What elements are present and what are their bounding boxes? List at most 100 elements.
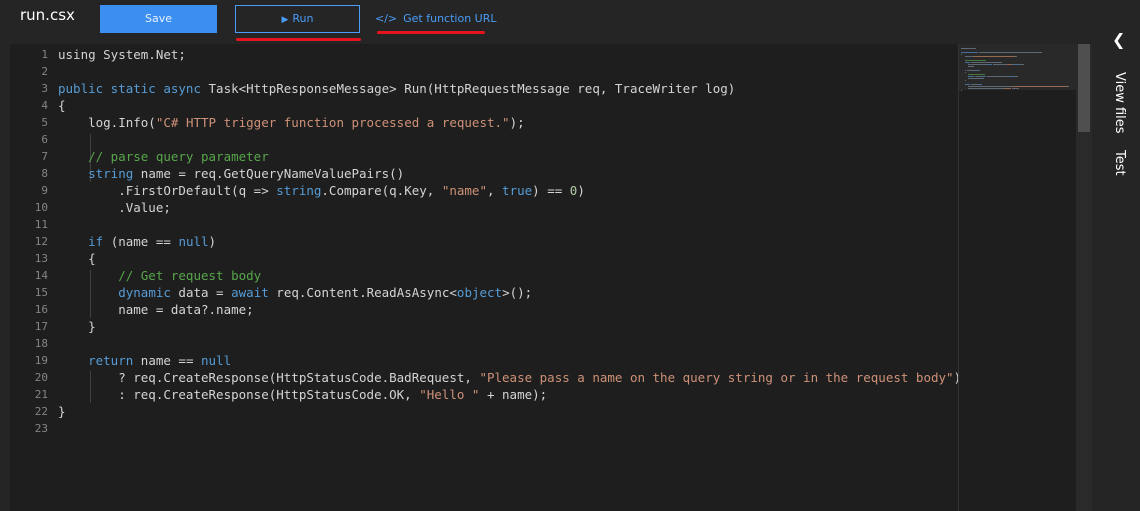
code-line[interactable]: 21 : req.CreateResponse(HttpStatusCode.O…: [10, 386, 958, 403]
line-number: 7: [41, 150, 48, 163]
minimap-line: [968, 86, 1012, 87]
minimap-line: [968, 88, 1005, 89]
run-button[interactable]: ▶ Run: [235, 5, 360, 33]
tab-test[interactable]: Test: [1112, 150, 1127, 176]
editor-toolbar: run.csx Save ▶ Run </> Get function URL: [0, 0, 1092, 44]
code-line[interactable]: 8 string name = req.GetQueryNameValuePai…: [10, 165, 958, 182]
line-number: 13: [34, 252, 48, 265]
line-number: 2: [41, 65, 48, 78]
minimap-line: [964, 60, 987, 61]
minimap-line: [964, 80, 966, 81]
code-line[interactable]: 19 return name == null: [10, 352, 958, 369]
code-line[interactable]: 5 log.Info("C# HTTP trigger function pro…: [10, 114, 958, 131]
minimap-line: [968, 74, 986, 75]
run-highlight-underline: [236, 38, 361, 41]
line-number: 12: [34, 235, 48, 248]
tab-view-files[interactable]: View files: [1112, 72, 1127, 134]
minimap-line: [968, 66, 975, 67]
minimap-line: [1023, 64, 1024, 65]
code-line[interactable]: 16 name = data?.name;: [10, 301, 958, 318]
minimap-line: [992, 64, 1007, 65]
run-button-label: Run: [292, 12, 314, 25]
minimap-line: [981, 76, 987, 77]
line-number: 4: [41, 99, 48, 112]
code-line[interactable]: 7 // parse query parameter: [10, 148, 958, 165]
minimap-line: [1014, 76, 1018, 77]
minimap-line: [964, 72, 966, 73]
code-line[interactable]: 17 }: [10, 318, 958, 335]
line-number: 21: [34, 388, 48, 401]
minimap-line: [961, 52, 979, 53]
minimap-line: [1011, 86, 1069, 87]
code-text: {: [58, 98, 66, 113]
code-line[interactable]: 22}: [10, 403, 958, 420]
minimap-line: [987, 76, 1009, 77]
line-number: 8: [41, 167, 48, 180]
code-minimap[interactable]: [958, 44, 1077, 511]
get-function-url-label: Get function URL: [403, 12, 497, 25]
code-text: .FirstOrDefault(q => string.Compare(q.Ke…: [58, 183, 585, 198]
minimap-line: [1012, 88, 1020, 89]
line-number: 17: [34, 320, 48, 333]
minimap-line: [964, 56, 973, 57]
code-text: using System.Net;: [58, 47, 186, 62]
minimap-line: [964, 62, 970, 63]
code-text: : req.CreateResponse(HttpStatusCode.OK, …: [58, 387, 548, 402]
code-line[interactable]: 18: [10, 335, 958, 352]
get-function-url-link[interactable]: </> Get function URL: [375, 12, 497, 25]
code-text: if (name == null): [88, 234, 217, 249]
minimap-line: [968, 64, 988, 65]
code-line[interactable]: 4{: [10, 97, 958, 114]
code-text: // parse query parameter: [58, 149, 269, 164]
minimap-line: [967, 70, 976, 71]
code-text: }: [58, 319, 96, 334]
code-line[interactable]: 10 .Value;: [10, 199, 958, 216]
minimap-line: [979, 70, 980, 71]
line-number: 20: [34, 371, 48, 384]
code-line[interactable]: 6: [10, 131, 958, 148]
line-number: 18: [34, 337, 48, 350]
line-number: 23: [34, 422, 48, 435]
code-line[interactable]: 9 .FirstOrDefault(q => string.Compare(q.…: [10, 182, 958, 199]
vertical-scrollbar[interactable]: [1076, 44, 1092, 511]
minimap-line: [1068, 86, 1069, 87]
minimap-line: [1015, 56, 1017, 57]
chevron-left-icon[interactable]: ❮: [1112, 30, 1125, 49]
code-line[interactable]: 23: [10, 420, 958, 437]
code-text: string name = req.GetQueryNameValuePairs…: [88, 166, 405, 181]
code-line[interactable]: 13 {: [10, 250, 958, 267]
line-number: 6: [41, 133, 48, 146]
line-number: 9: [41, 184, 48, 197]
line-number: 5: [41, 116, 48, 129]
code-line[interactable]: 11: [10, 216, 958, 233]
minimap-line: [972, 56, 1015, 57]
minimap-line: [978, 84, 982, 85]
code-line[interactable]: 3 public static async Task<HttpResponseMe…: [10, 80, 958, 97]
code-line[interactable]: 14 // Get request body: [10, 267, 958, 284]
code-text: name = data?.name;: [58, 302, 254, 317]
line-number: 11: [34, 218, 48, 231]
line-number: 19: [34, 354, 48, 367]
scrollbar-thumb[interactable]: [1078, 44, 1090, 132]
code-text: {: [58, 251, 96, 266]
code-brackets-icon: </>: [375, 12, 398, 25]
code-editor[interactable]: 1 using System.Net; 2 3 public static async …: [10, 44, 958, 511]
code-line[interactable]: 1 using System.Net;: [10, 46, 958, 63]
code-line[interactable]: 20 ? req.CreateResponse(HttpStatusCode.B…: [10, 369, 958, 386]
minimap-line: [970, 62, 1003, 63]
code-text: dynamic data = await req.Content.ReadAsA…: [118, 285, 533, 300]
code-text: // Get request body: [58, 268, 262, 283]
minimap-line: [968, 76, 975, 77]
code-line[interactable]: 15 dynamic data = await req.Content.Read…: [10, 284, 958, 301]
line-number: 10: [34, 201, 48, 214]
line-number: 22: [34, 405, 48, 418]
minimap-line: [964, 84, 970, 85]
code-text: return name == null: [88, 353, 232, 368]
minimap-line: [1004, 88, 1012, 89]
code-line[interactable]: 2: [10, 63, 958, 80]
code-line[interactable]: 12 if (name == null): [10, 233, 958, 250]
save-button[interactable]: Save: [100, 5, 217, 33]
file-name-tab[interactable]: run.csx: [20, 6, 75, 24]
code-text: public static async Task<HttpResponseMes…: [58, 81, 736, 96]
minimap-line: [968, 78, 985, 79]
